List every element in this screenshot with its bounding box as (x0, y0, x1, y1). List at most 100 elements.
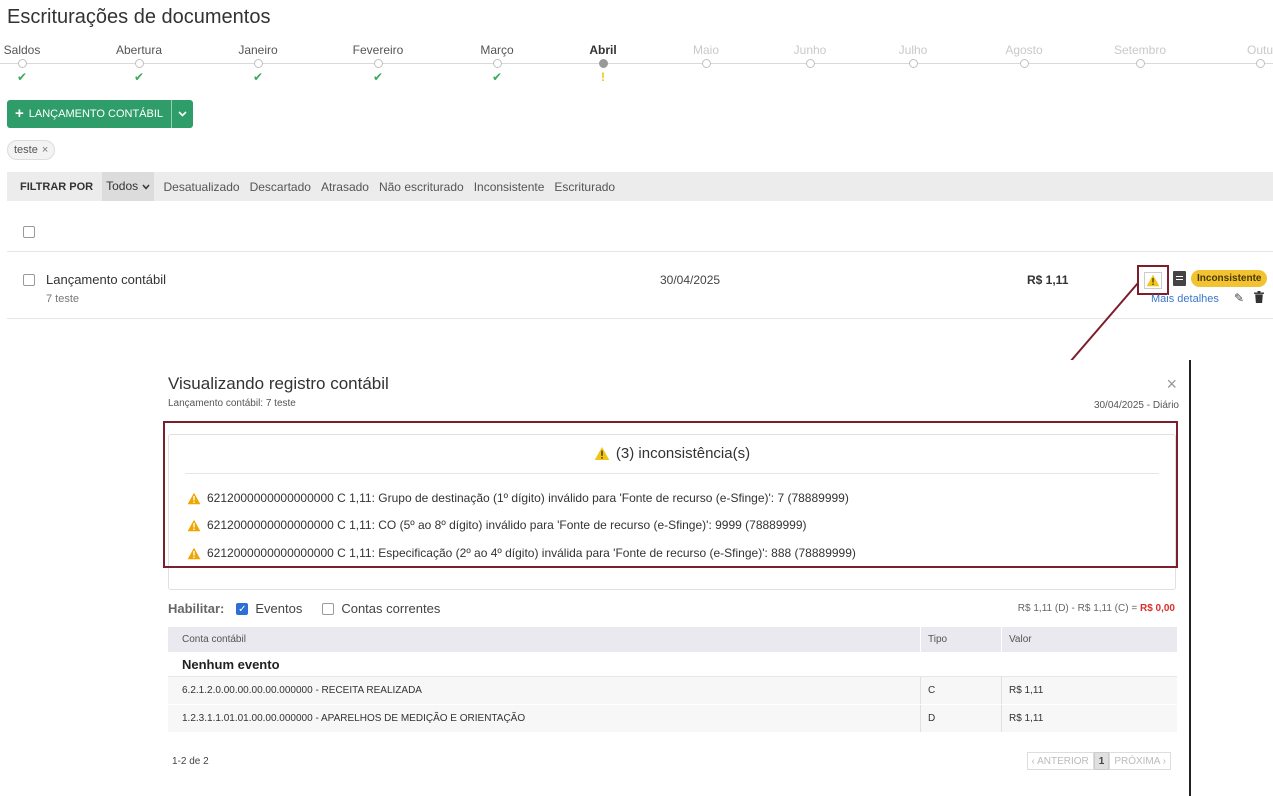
add-entry-button-group: + LANÇAMENTO CONTÁBIL (7, 100, 194, 128)
select-all-checkbox[interactable] (23, 226, 35, 238)
previous-page-button[interactable]: ‹ ANTERIOR (1026, 752, 1094, 770)
entry-title: Lançamento contábil (46, 272, 166, 287)
timeline-month[interactable]: Setembro (1100, 42, 1180, 84)
timeline-dot (17, 59, 27, 68)
close-icon[interactable]: × (1166, 374, 1177, 395)
modal-subtitle: Lançamento contábil: 7 teste (168, 398, 296, 409)
next-page-button[interactable]: PRÓXIMA › (1109, 752, 1171, 770)
timeline-month-label: Outu (1246, 43, 1273, 57)
table-header: Conta contábil Tipo Valor (168, 627, 1177, 652)
entry-date: 30/04/2025 (660, 273, 721, 287)
accounting-record-modal: Visualizando registro contábil Lançament… (155, 360, 1191, 796)
accounts-checkbox[interactable] (322, 602, 335, 615)
timeline-month-label: Agosto (1005, 43, 1043, 57)
filter-tag-label: teste (14, 144, 38, 156)
status-empty (1220, 70, 1273, 84)
filter-option[interactable]: Desatualizado (164, 180, 240, 194)
inconsistencies-count: (3) inconsistência(s) (615, 445, 751, 462)
plus-icon: + (15, 105, 24, 122)
timeline-month[interactable]: Abril! (563, 42, 643, 84)
status-empty (770, 70, 850, 84)
current-page-button[interactable]: 1 (1093, 752, 1110, 770)
table-cell-account: 6.2.1.2.0.00.00.00.00.000000 - RECEITA R… (182, 685, 422, 696)
filter-option[interactable]: Não escriturado (379, 180, 464, 194)
timeline-month[interactable]: Março ✔ (457, 42, 537, 84)
timeline-month[interactable]: Abertura ✔ (99, 42, 179, 84)
filter-tag: teste × (7, 140, 56, 160)
timeline-month-label: Março (480, 43, 514, 57)
inconsistency-text: 6212000000000000000 C 1,11: CO (5º ao 8º… (207, 518, 807, 532)
timeline-month[interactable]: Janeiro ✔ (218, 42, 298, 84)
table-group-title: Nenhum evento (168, 652, 1177, 677)
events-checkbox[interactable]: ✓ (236, 602, 249, 615)
chevron-down-icon[interactable] (171, 100, 193, 128)
timeline-month-label: Fevereiro (352, 43, 404, 57)
inconsistency-item: 6212000000000000000 C 1,11: Grupo de des… (187, 491, 849, 505)
enable-label: Habilitar: (168, 601, 225, 616)
timeline-dot (908, 59, 918, 68)
pencil-icon[interactable]: ✎ (1234, 291, 1244, 305)
pagination-info: 1-2 de 2 (172, 756, 209, 767)
timeline-month[interactable]: Julho (873, 42, 953, 84)
entry-value: R$ 1,11 (1027, 273, 1069, 287)
timeline-month[interactable]: Maio (666, 42, 746, 84)
month-timeline: Saldos ✔ Abertura ✔ Janeiro ✔ Fevereiro ✔ Março ✔… (0, 42, 1273, 90)
modal-title: Visualizando registro contábil (168, 374, 389, 393)
balance-totals: R$ 1,11 (D) - R$ 1,11 (C) = R$ 0,00 (1018, 603, 1175, 614)
inconsistencies-panel: (3) inconsistência(s) 621200000000000000… (168, 434, 1176, 590)
inconsistency-item: 6212000000000000000 C 1,11: Especificaçã… (187, 546, 856, 560)
filter-option[interactable]: Atrasado (321, 180, 369, 194)
inconsistency-warning-button[interactable] (1137, 265, 1169, 295)
timeline-dot (805, 59, 815, 68)
timeline-dot (134, 59, 144, 68)
entry-subtitle: 7 teste (46, 293, 80, 305)
timeline-month[interactable]: Agosto (984, 42, 1064, 84)
warning-icon (594, 446, 610, 461)
filter-label: FILTRAR POR (20, 180, 94, 193)
entry-row: Lançamento contábil 7 teste 30/04/2025 R… (0, 252, 1273, 318)
entry-checkbox[interactable] (23, 274, 35, 286)
timeline-month[interactable]: Saldos ✔ (0, 42, 62, 84)
timeline-month-label: Junho (793, 43, 827, 57)
inconsistency-item: 6212000000000000000 C 1,11: CO (5º ao 8º… (187, 518, 807, 532)
table-row[interactable]: 1.2.3.1.1.01.01.00.00.000000 - APARELHOS… (168, 705, 1177, 733)
status-badge: Inconsistente (1191, 270, 1268, 287)
timeline-dot (598, 59, 608, 68)
status-empty (666, 70, 746, 84)
table-cell-account: 1.2.3.1.1.01.01.00.00.000000 - APARELHOS… (182, 713, 526, 724)
filter-option[interactable]: Descartado (250, 180, 311, 194)
inconsistency-text: 6212000000000000000 C 1,11: Especificaçã… (207, 546, 856, 560)
timeline-month[interactable]: Outu (1220, 42, 1273, 84)
timeline-month-label: Setembro (1113, 43, 1167, 57)
table-cell-value: R$ 1,11 (1001, 705, 1177, 732)
pagination: ‹ ANTERIOR 1 PRÓXIMA › (1026, 752, 1171, 770)
totals-prefix: R$ 1,11 (D) - R$ 1,11 (C) = (1017, 603, 1140, 614)
trash-icon[interactable] (1254, 291, 1264, 303)
table-cell-type: D (920, 705, 1001, 732)
warning-icon (187, 519, 201, 531)
add-entry-label: LANÇAMENTO CONTÁBIL (28, 108, 164, 120)
totals-result: R$ 0,00 (1139, 603, 1175, 614)
timeline-month-label: Maio (692, 43, 719, 57)
timeline-month[interactable]: Fevereiro ✔ (338, 42, 418, 84)
chevron-down-icon (141, 184, 150, 190)
timeline-dot (253, 59, 263, 68)
document-icon[interactable] (1173, 271, 1186, 286)
filter-select[interactable]: Todos (102, 172, 154, 201)
column-type[interactable]: Tipo (920, 627, 1001, 652)
close-icon[interactable]: × (42, 144, 48, 156)
warning-icon (187, 547, 201, 559)
column-account[interactable]: Conta contábil (168, 627, 920, 652)
more-details-link[interactable]: Mais detalhes (1151, 293, 1219, 305)
column-value[interactable]: Valor (1001, 627, 1177, 652)
filter-option[interactable]: Escriturado (554, 180, 615, 194)
page-title: Escriturações de documentos (7, 6, 271, 28)
add-accounting-entry-button[interactable]: + LANÇAMENTO CONTÁBIL (7, 100, 171, 128)
modal-date: 30/04/2025 - Diário (1093, 400, 1179, 411)
check-icon: ✔ (491, 70, 503, 84)
status-empty (1100, 70, 1180, 84)
filter-option[interactable]: Inconsistente (474, 180, 545, 194)
table-row[interactable]: 6.2.1.2.0.00.00.00.00.000000 - RECEITA R… (168, 677, 1177, 705)
entries-table: Conta contábil Tipo Valor Nenhum evento … (168, 627, 1177, 733)
timeline-month[interactable]: Junho (770, 42, 850, 84)
